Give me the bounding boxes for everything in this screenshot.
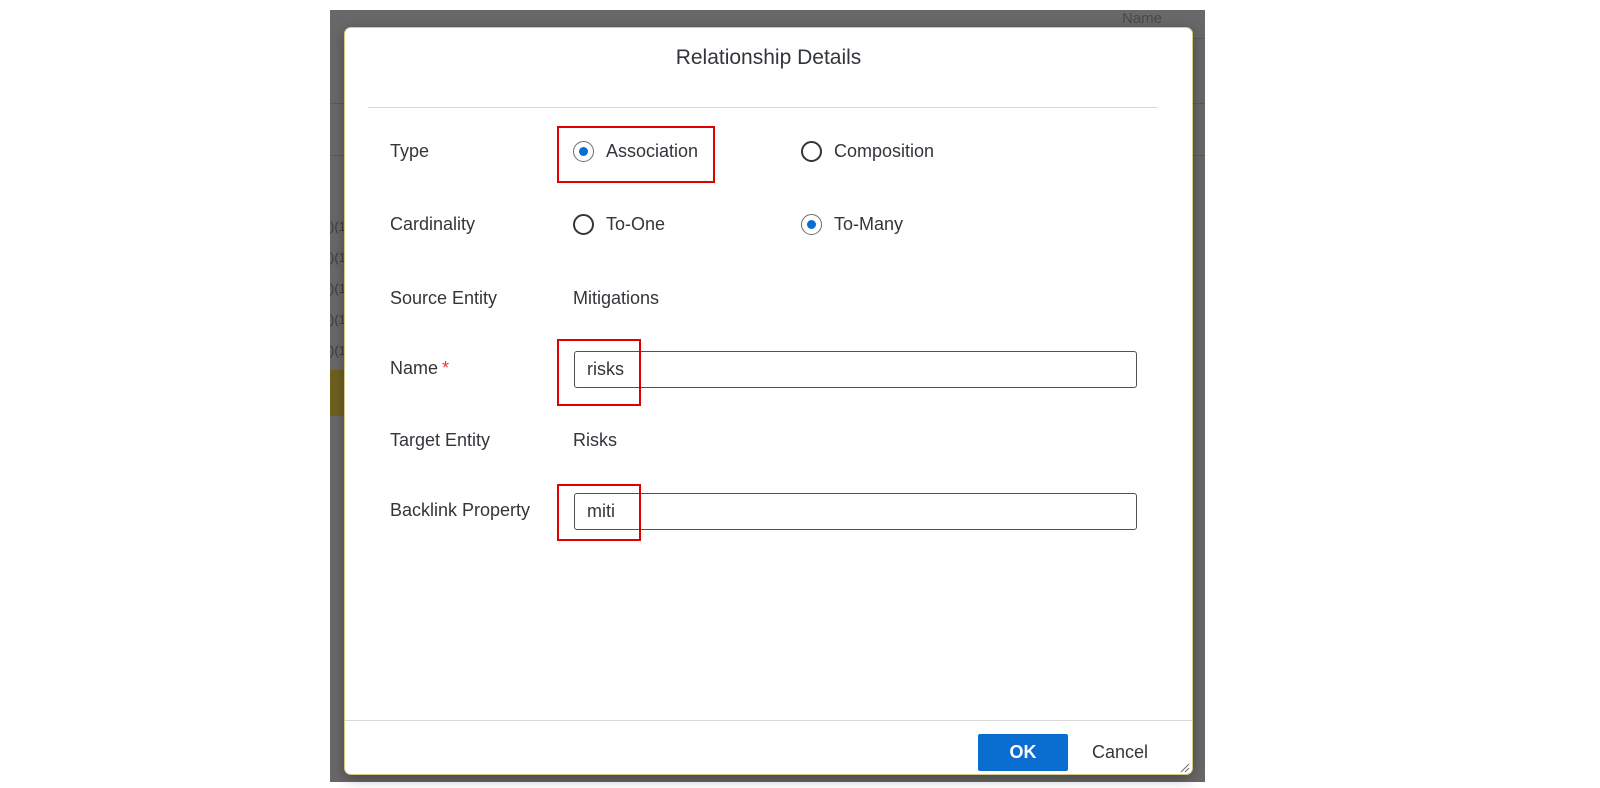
radio-unselected-icon <box>801 141 822 162</box>
background-list-item: )(1 <box>330 313 346 327</box>
source-entity-value: Mitigations <box>573 288 660 308</box>
background-list-item: )(1 <box>330 251 346 265</box>
source-entity-label: Source Entity <box>390 288 498 308</box>
cardinality-to-many-radio[interactable]: To-Many <box>801 214 903 235</box>
radio-selected-icon <box>573 141 594 162</box>
cancel-button[interactable]: Cancel <box>1078 734 1162 771</box>
required-marker: * <box>442 358 450 378</box>
type-composition-radio[interactable]: Composition <box>801 141 934 162</box>
radio-unselected-icon <box>573 214 594 235</box>
ok-button[interactable]: OK <box>978 734 1068 771</box>
cardinality-label: Cardinality <box>390 214 476 234</box>
background-list-item: )(1 <box>330 220 346 234</box>
name-label-text: Name <box>390 358 439 378</box>
target-entity-label: Target Entity <box>390 430 491 450</box>
name-label: Name * <box>390 358 449 379</box>
type-label: Type <box>390 141 430 161</box>
relationship-details-dialog: Relationship Details Type Association Co… <box>345 28 1192 774</box>
radio-label: Association <box>606 141 699 161</box>
resize-handle-icon[interactable] <box>1178 760 1190 773</box>
type-association-radio[interactable]: Association <box>573 141 698 162</box>
dialog-title: Relationship Details <box>675 46 862 69</box>
background-list: )(1 )(1 )(1 )(1 )(1 <box>330 220 346 375</box>
radio-selected-icon <box>801 214 822 235</box>
target-entity-value: Risks <box>573 430 617 450</box>
title-divider <box>368 107 1158 108</box>
radio-label: To-Many <box>834 214 904 234</box>
backlink-property-label: Backlink Property <box>390 500 531 520</box>
radio-label: To-One <box>606 214 666 234</box>
radio-label: Composition <box>834 141 935 161</box>
backlink-property-input[interactable] <box>574 493 1137 530</box>
background-column-header: Name <box>1122 10 1163 27</box>
background-selected-row <box>330 370 346 416</box>
footer-divider <box>345 720 1192 721</box>
name-input[interactable] <box>574 351 1137 388</box>
background-list-item: )(1 <box>330 282 346 296</box>
cardinality-to-one-radio[interactable]: To-One <box>573 214 665 235</box>
